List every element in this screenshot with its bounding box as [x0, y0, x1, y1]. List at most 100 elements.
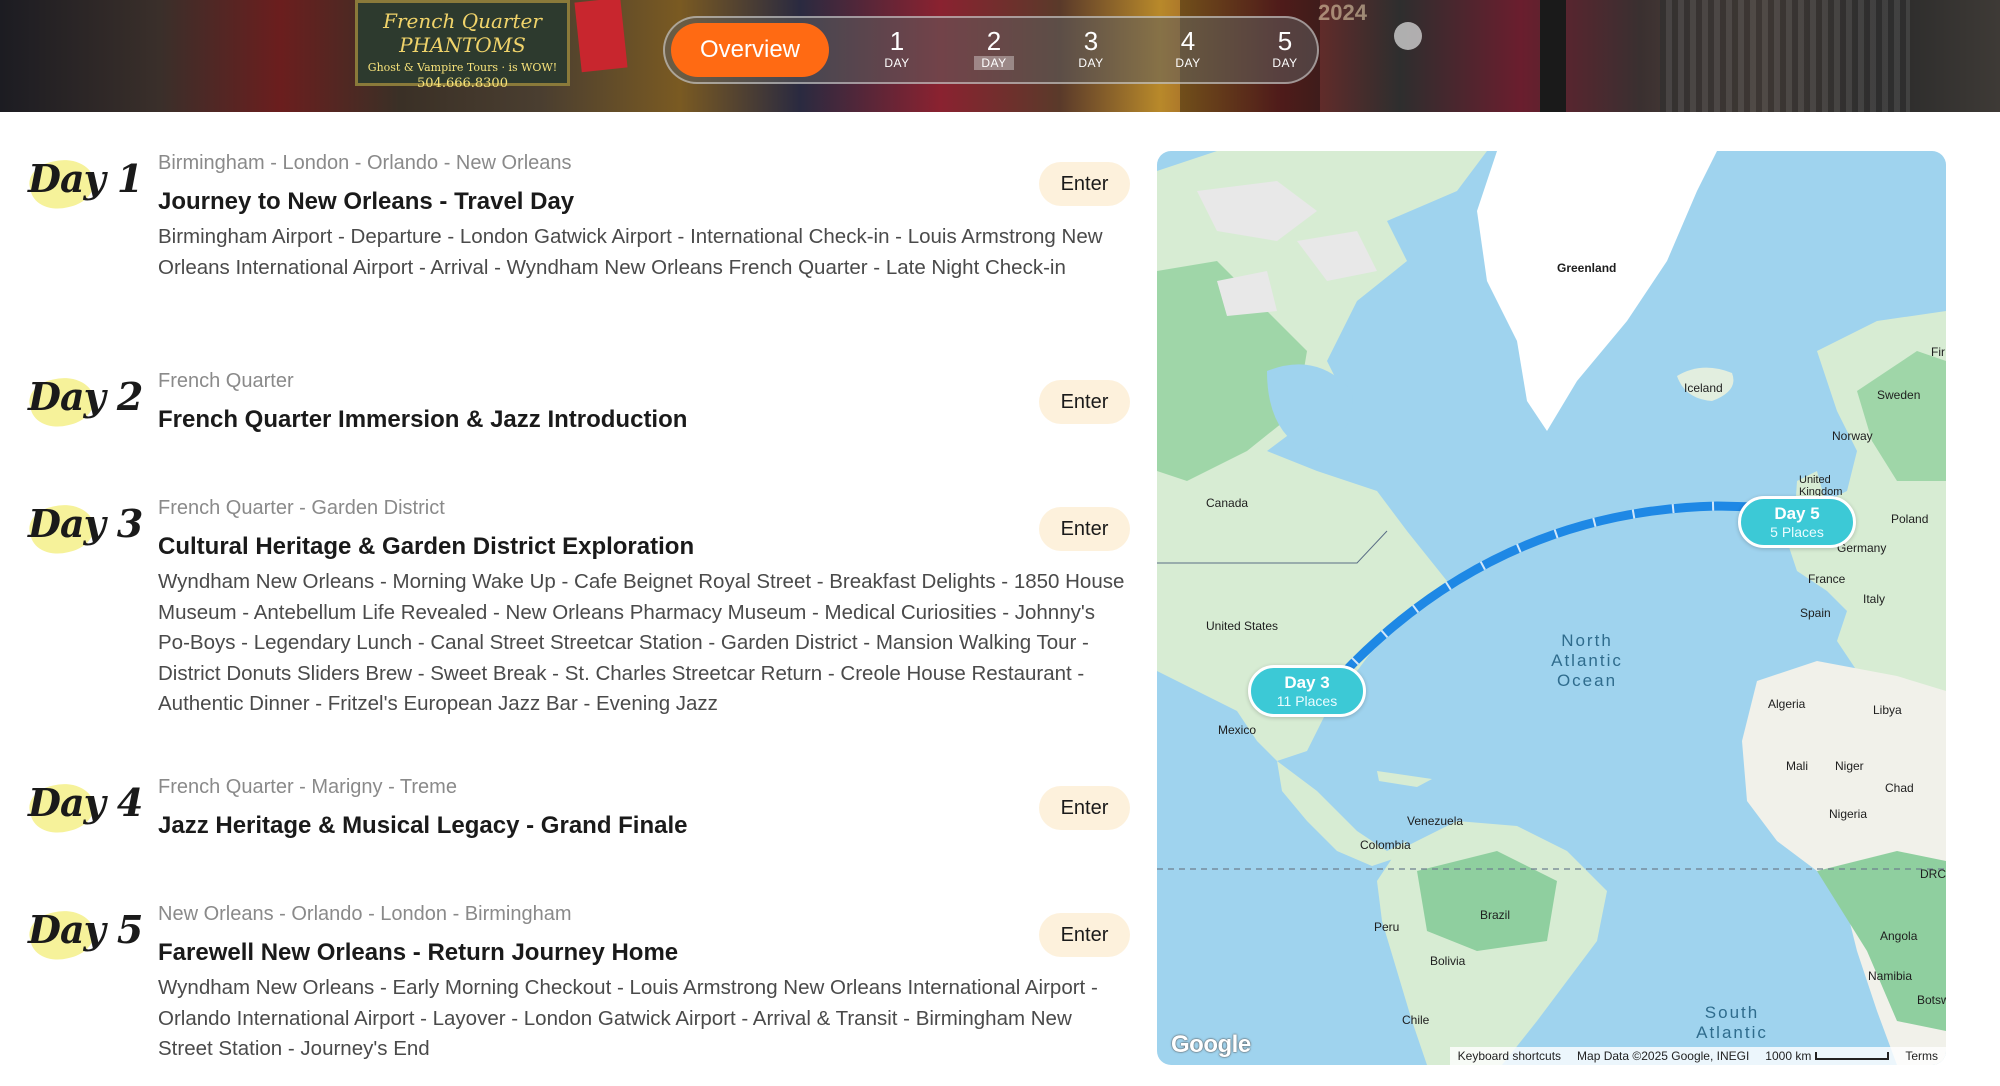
map-label-mexico: Mexico [1218, 723, 1257, 737]
ocean-label-line: South [1704, 1003, 1760, 1022]
cuba-island [1377, 771, 1432, 787]
google-logo[interactable]: Google [1171, 1031, 1251, 1059]
map-label-namibia: Namibia [1868, 969, 1913, 983]
map-label-finland: Fir [1931, 345, 1945, 359]
enter-day-4-button[interactable]: Enter [1039, 786, 1130, 830]
day-item-2: Day 2 French Quarter French Quarter Imme… [0, 366, 1140, 446]
header-banner: French Quarter PHANTOMS Ghost & Vampire … [0, 0, 2000, 112]
ocean-label-line: Atlantic [1696, 1023, 1768, 1042]
day-title[interactable]: French Quarter Immersion & Jazz Introduc… [158, 406, 687, 434]
tab-day-1[interactable]: 1 DAY [867, 26, 927, 78]
map-label-iceland: Iceland [1684, 381, 1723, 395]
map-label-angola: Angola [1880, 929, 1918, 943]
ocean-label-south-atlantic: South Atlantic [1687, 1003, 1777, 1043]
pole-image [1540, 0, 1566, 112]
day-item-5: Day 5 New Orleans - Orlando - London - B… [0, 899, 1140, 1069]
pin-title: Day 5 [1774, 504, 1820, 523]
day-item-3: Day 3 French Quarter - Garden District C… [0, 493, 1140, 723]
day-item-4: Day 4 French Quarter - Marigny - Treme J… [0, 772, 1140, 852]
day-title[interactable]: Farewell New Orleans - Return Journey Ho… [158, 939, 678, 967]
pin-title: Day 3 [1284, 673, 1330, 692]
sign-title: French Quarter PHANTOMS [383, 9, 542, 57]
tab-day-number: 1 [889, 26, 905, 56]
sign-tagline: Ghost & Vampire Tours · is WOW! [367, 61, 558, 74]
map-scale-bar [1815, 1052, 1890, 1060]
map-label-niger: Niger [1835, 759, 1864, 773]
enter-day-1-button[interactable]: Enter [1039, 162, 1130, 206]
day-route: French Quarter - Marigny - Treme [158, 776, 457, 798]
day-title[interactable]: Cultural Heritage & Garden District Expl… [158, 533, 694, 561]
map-label-poland: Poland [1891, 512, 1929, 526]
tab-day-label: DAY [1272, 56, 1298, 70]
map-label-canada: Canada [1206, 496, 1249, 510]
sign-phone: 504.666.8300 [417, 76, 508, 91]
day-title[interactable]: Jazz Heritage & Musical Legacy - Grand F… [158, 812, 688, 840]
tab-day-label: DAY [974, 56, 1014, 70]
day-item-1: Day 1 Birmingham - London - Orlando - Ne… [0, 148, 1140, 318]
map-label-france: France [1808, 572, 1846, 586]
day-badge-text: Day 4 [28, 780, 143, 825]
map-label-chile: Chile [1402, 1013, 1430, 1027]
day-route: Birmingham - London - Orlando - New Orle… [158, 152, 572, 174]
day-badge: Day 5 [24, 903, 143, 967]
day-badge: Day 4 [24, 776, 143, 840]
tab-day-4[interactable]: 4 DAY [1158, 26, 1218, 78]
enter-day-2-button[interactable]: Enter [1039, 380, 1130, 424]
map-label-norway: Norway [1832, 429, 1873, 443]
map-label-botswana: Botsw [1917, 993, 1946, 1007]
map-label-greenland: Greenland [1557, 261, 1617, 275]
map-pin-day-3[interactable]: Day 3 11 Places [1248, 665, 1366, 717]
map-label-bolivia: Bolivia [1430, 954, 1466, 968]
shutter-image [1660, 0, 1910, 112]
day-badge-text: Day 3 [28, 501, 143, 546]
enter-day-5-button[interactable]: Enter [1039, 913, 1130, 957]
day-navigation: Overview 1 DAY 2 DAY 3 DAY 4 DAY 5 DAY [663, 16, 1319, 84]
terms-link[interactable]: Terms [1905, 1049, 1938, 1063]
phantoms-sign-image: French Quarter PHANTOMS Ghost & Vampire … [355, 0, 570, 91]
map-label-mali: Mali [1786, 759, 1809, 773]
map-label-nigeria: Nigeria [1829, 807, 1868, 821]
day-badge-text: Day 1 [28, 156, 143, 201]
pin-subtitle: 11 Places [1276, 693, 1338, 709]
tab-day-label: DAY [1078, 56, 1104, 70]
map-attribution-bar: Keyboard shortcuts Map Data ©2025 Google… [1449, 1047, 1946, 1065]
tab-day-2[interactable]: 2 DAY [964, 26, 1024, 78]
map-label-brazil: Brazil [1480, 908, 1511, 922]
enter-day-3-button[interactable]: Enter [1039, 507, 1130, 551]
pin-subtitle: 5 Places [1770, 524, 1824, 540]
map-label-drc: DRC [1920, 867, 1946, 881]
day-description: Birmingham Airport - Departure - London … [158, 225, 1103, 279]
map-label-peru: Peru [1374, 920, 1400, 934]
map-label-united-kingdom: United Kingdom [1799, 474, 1843, 498]
day-route: French Quarter - Garden District [158, 497, 445, 519]
tab-day-3[interactable]: 3 DAY [1061, 26, 1121, 78]
day-route: French Quarter [158, 370, 294, 392]
tab-day-number: 2 [986, 26, 1002, 56]
day-description: Wyndham New Orleans - Morning Wake Up - … [158, 570, 1125, 715]
ocean-label-line: Atlantic [1551, 651, 1623, 670]
day-badge: Day 2 [24, 370, 143, 434]
greenland-landmass [1477, 151, 1717, 431]
day-title[interactable]: Journey to New Orleans - Travel Day [158, 188, 574, 216]
tab-day-label: DAY [884, 56, 910, 70]
map-scale[interactable]: 1000 km [1765, 1049, 1890, 1063]
tab-day-number: 3 [1083, 26, 1099, 56]
map-label-chad: Chad [1885, 781, 1914, 795]
keyboard-shortcuts-link[interactable]: Keyboard shortcuts [1458, 1049, 1561, 1063]
day-description: Wyndham New Orleans - Early Morning Chec… [158, 976, 1098, 1060]
ocean-label-line: Ocean [1556, 671, 1618, 690]
day-badge: Day 3 [24, 497, 143, 561]
overview-button[interactable]: Overview [671, 23, 829, 77]
day-route: New Orleans - Orlando - London - Birming… [158, 903, 572, 925]
map-label-algeria: Algeria [1768, 697, 1806, 711]
ocean-label-line: North [1561, 631, 1613, 650]
map-label-venezuela: Venezuela [1407, 814, 1464, 828]
map-label-spain: Spain [1800, 606, 1831, 620]
street-lamp-image [1394, 22, 1422, 50]
map-label-italy: Italy [1863, 592, 1886, 606]
map-label-colombia: Colombia [1360, 838, 1411, 852]
map-pin-day-5[interactable]: Day 5 5 Places [1738, 496, 1856, 548]
tab-day-5[interactable]: 5 DAY [1255, 26, 1315, 78]
route-map[interactable]: Greenland Iceland Canada United States M… [1157, 151, 1946, 1065]
day-badge: Day 1 [24, 152, 143, 216]
